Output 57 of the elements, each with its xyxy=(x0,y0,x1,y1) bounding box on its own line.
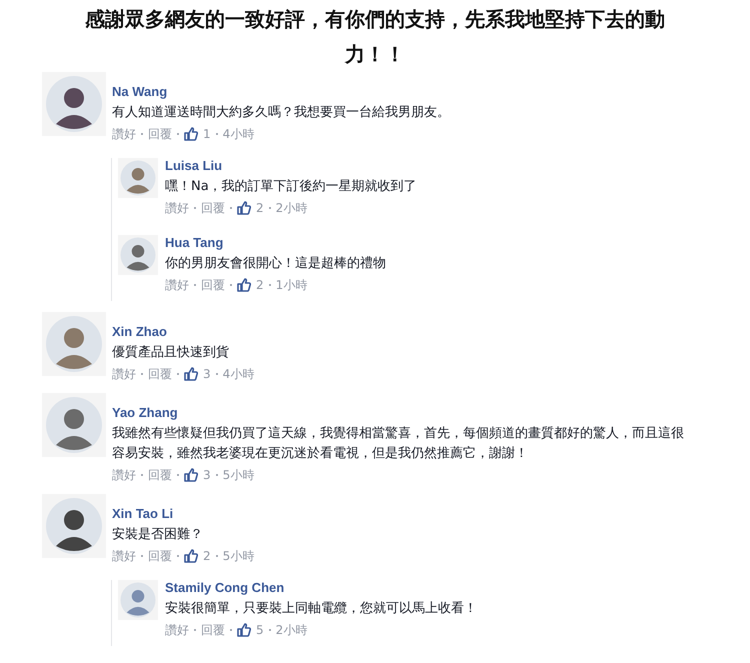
comment-text: 有人知道運送時間大約多久嗎？我想要買一台給我男朋友。 xyxy=(112,104,451,122)
like-count: 2 xyxy=(256,200,264,216)
like-link[interactable]: 讚好 xyxy=(112,467,136,483)
thumbs-up-icon[interactable] xyxy=(237,623,251,637)
avatar xyxy=(42,312,106,376)
like-link[interactable]: 讚好 xyxy=(165,622,189,638)
like-count: 2 xyxy=(203,548,211,564)
author-name[interactable]: Luisa Liu xyxy=(165,158,685,174)
avatar xyxy=(118,158,158,198)
comment-text: 你的男朋友會很開心！這是超棒的禮物 xyxy=(165,255,387,273)
like-count: 3 xyxy=(203,467,211,483)
reply-link[interactable]: 回覆 xyxy=(201,277,225,293)
comment-time: 4小時 xyxy=(222,366,254,382)
comment-time: 2小時 xyxy=(276,200,308,216)
reply-link[interactable]: 回覆 xyxy=(201,622,225,638)
comment-time: 5小時 xyxy=(222,548,254,564)
reply-link[interactable]: 回覆 xyxy=(148,548,172,564)
thumbs-up-icon[interactable] xyxy=(237,278,251,292)
like-count: 2 xyxy=(256,277,264,293)
like-link[interactable]: 讚好 xyxy=(165,277,189,293)
avatar xyxy=(42,494,106,558)
avatar xyxy=(42,72,106,136)
author-name[interactable]: Yao Zhang xyxy=(112,405,692,421)
comment-time: 5小時 xyxy=(222,467,254,483)
like-count: 1 xyxy=(203,126,211,142)
author-name[interactable]: Na Wang xyxy=(112,84,692,100)
like-link[interactable]: 讚好 xyxy=(112,126,136,142)
thumbs-up-icon[interactable] xyxy=(237,201,251,215)
like-link[interactable]: 讚好 xyxy=(112,548,136,564)
reply-link[interactable]: 回覆 xyxy=(148,467,172,483)
page-heading: 感謝眾多網友的一致好評，有你們的支持，先系我地堅持下去的動力！！ xyxy=(84,6,666,68)
like-count: 3 xyxy=(203,366,211,382)
thumbs-up-icon[interactable] xyxy=(184,367,198,381)
comment-time: 1小時 xyxy=(276,277,308,293)
author-name[interactable]: Xin Zhao xyxy=(112,324,692,340)
thumbs-up-icon[interactable] xyxy=(184,468,198,482)
avatar xyxy=(42,393,106,457)
author-name[interactable]: Hua Tang xyxy=(165,235,685,251)
comment-text: 安裝是否困難？ xyxy=(112,526,204,544)
reply-link[interactable]: 回覆 xyxy=(201,200,225,216)
comment-text: 安裝很簡單，只要裝上同軸電纜，您就可以馬上收看！ xyxy=(165,600,478,618)
comment-text: 嘿！Na，我的訂單下訂後約一星期就收到了 xyxy=(165,178,418,196)
comment-text: 我雖然有些懷疑但我仍買了這天線，我覺得相當驚喜，首先，每個頻道的畫質都好的驚人，而且這很容易安裝，雖然我老婆現在更沉迷於看電視，但是我仍然推薦它，謝謝！ xyxy=(112,425,685,463)
avatar xyxy=(118,580,158,620)
avatar xyxy=(118,235,158,275)
like-link[interactable]: 讚好 xyxy=(165,200,189,216)
reply-link[interactable]: 回覆 xyxy=(148,126,172,142)
thumbs-up-icon[interactable] xyxy=(184,549,198,563)
comment-time: 2小時 xyxy=(276,622,308,638)
author-name[interactable]: Xin Tao Li xyxy=(112,506,692,522)
author-name[interactable]: Stamily Cong Chen xyxy=(165,580,685,596)
comment-time: 4小時 xyxy=(222,126,254,142)
like-link[interactable]: 讚好 xyxy=(112,366,136,382)
comment-text: 優質產品且快速到貨 xyxy=(112,344,230,362)
reply-link[interactable]: 回覆 xyxy=(148,366,172,382)
thumbs-up-icon[interactable] xyxy=(184,127,198,141)
like-count: 5 xyxy=(256,622,264,638)
